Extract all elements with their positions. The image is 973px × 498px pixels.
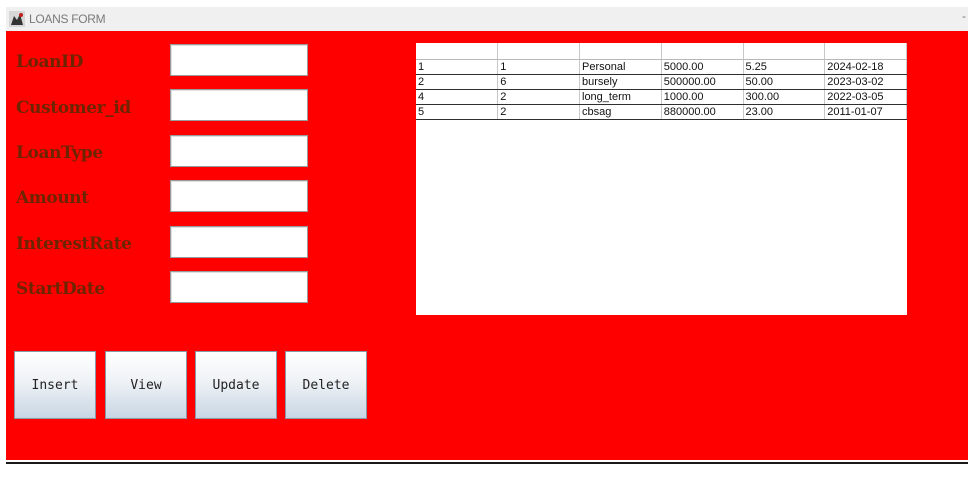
column-header[interactable] (497, 43, 580, 60)
loan-id-label: LoanID (16, 52, 83, 72)
table-header-row (416, 43, 907, 60)
table-row[interactable]: 4 2 long_term 1000.00 300.00 2022-03-05 (416, 89, 907, 105)
table-cell: 2022-03-05 (824, 89, 907, 105)
start-date-input[interactable] (170, 271, 308, 303)
table-cell: 5.25 (743, 59, 826, 75)
table-cell: 6 (497, 74, 580, 90)
column-header[interactable] (416, 43, 499, 60)
amount-input[interactable] (170, 180, 308, 212)
delete-button[interactable]: Delete (285, 351, 367, 419)
table-cell: 500000.00 (661, 74, 744, 90)
interest-rate-input[interactable] (170, 226, 308, 258)
customer-id-input[interactable] (170, 89, 308, 121)
column-header[interactable] (743, 43, 826, 60)
insert-button[interactable]: Insert (14, 351, 96, 419)
table-cell: 2024-02-18 (824, 59, 907, 75)
table-row[interactable]: 1 1 Personal 5000.00 5.25 2024-02-18 (416, 59, 907, 75)
table-cell: 880000.00 (661, 104, 744, 120)
table-cell: 1000.00 (661, 89, 744, 105)
column-header[interactable] (579, 43, 662, 60)
loans-table[interactable]: 1 1 Personal 5000.00 5.25 2024-02-18 2 6… (416, 43, 907, 120)
table-cell: 5000.00 (661, 59, 744, 75)
update-button[interactable]: Update (195, 351, 277, 419)
table-cell: 2 (497, 89, 580, 105)
interest-rate-label: InterestRate (16, 234, 132, 254)
table-cell: long_term (579, 89, 662, 105)
table-cell: 50.00 (743, 74, 826, 90)
amount-label: Amount (16, 188, 89, 208)
loans-form-panel: LoanID Customer_id LoanType Amount Inter… (6, 31, 968, 460)
table-row[interactable]: 2 6 bursely 500000.00 50.00 2023-03-02 (416, 74, 907, 90)
column-header[interactable] (824, 43, 907, 60)
table-cell: 4 (416, 89, 499, 105)
column-header[interactable] (661, 43, 744, 60)
customer-id-label: Customer_id (16, 98, 131, 118)
table-row[interactable]: 5 2 cbsag 880000.00 23.00 2011-01-07 (416, 104, 907, 120)
table-cell: 2 (497, 104, 580, 120)
view-button[interactable]: View (105, 351, 187, 419)
table-cell: bursely (579, 74, 662, 90)
minimize-control[interactable]: - (962, 9, 966, 23)
table-cell: Personal (579, 59, 662, 75)
table-cell: 1 (416, 59, 499, 75)
loan-type-label: LoanType (16, 143, 103, 163)
table-cell: 1 (497, 59, 580, 75)
table-cell: cbsag (579, 104, 662, 120)
table-cell: 300.00 (743, 89, 826, 105)
window-title: LOANS FORM (29, 12, 106, 26)
table-cell: 2023-03-02 (824, 74, 907, 90)
window-bottom-border (6, 462, 968, 464)
loan-id-input[interactable] (170, 44, 308, 76)
table-cell: 5 (416, 104, 499, 120)
java-app-icon (9, 11, 25, 27)
loan-type-input[interactable] (170, 135, 308, 167)
table-cell: 23.00 (743, 104, 826, 120)
title-bar: LOANS FORM - (6, 7, 968, 31)
loans-table-scrollpane[interactable]: 1 1 Personal 5000.00 5.25 2024-02-18 2 6… (416, 43, 907, 315)
table-cell: 2 (416, 74, 499, 90)
start-date-label: StartDate (16, 279, 105, 299)
table-cell: 2011-01-07 (824, 104, 907, 120)
